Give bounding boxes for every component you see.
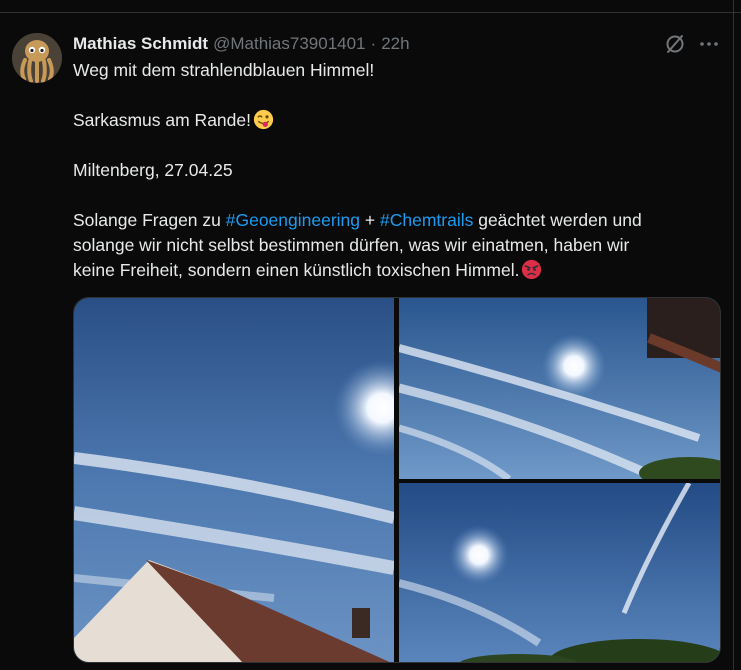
photo[interactable] xyxy=(74,298,394,662)
timestamp[interactable]: 22h xyxy=(381,34,409,54)
divider xyxy=(0,12,741,13)
text-segment: geächtet werden und xyxy=(473,210,642,230)
grok-icon[interactable] xyxy=(663,32,687,56)
text-segment: Solange Fragen zu xyxy=(73,210,226,230)
text-line: Sarkasmus am Rande! xyxy=(73,108,713,133)
text-line: Miltenberg, 27.04.25 xyxy=(73,160,233,180)
photo[interactable] xyxy=(399,483,720,662)
divider xyxy=(733,0,734,670)
media-grid xyxy=(73,297,721,663)
text-line: Weg mit dem strahlendblauen Himmel! xyxy=(73,60,375,80)
post-card[interactable]: Mathias Schmidt @Mathias73901401 · 22h W… xyxy=(0,0,741,670)
hashtag-link[interactable]: #Chemtrails xyxy=(380,210,473,230)
hashtag-link[interactable]: #Geoengineering xyxy=(226,210,360,230)
photo[interactable] xyxy=(399,298,720,479)
angry-face-emoji-icon xyxy=(522,259,542,280)
separator: · xyxy=(370,34,377,53)
avatar[interactable] xyxy=(12,33,62,83)
post-text: Weg mit dem strahlendblauen Himmel! Sark… xyxy=(73,58,713,283)
text-line: keine Freiheit, sondern einen künstlich … xyxy=(73,258,713,283)
text-segment: keine Freiheit, sondern einen künstlich … xyxy=(73,260,520,280)
more-icon[interactable] xyxy=(697,32,721,56)
text-segment: + xyxy=(360,210,380,230)
text-line: Solange Fragen zu #Geoengineering + #Che… xyxy=(73,208,713,233)
post-header: Mathias Schmidt @Mathias73901401 · 22h xyxy=(73,32,410,56)
author-handle[interactable]: @Mathias73901401 xyxy=(213,34,365,54)
winking-tongue-emoji-icon xyxy=(253,109,274,130)
text-line: Sarkasmus am Rande! xyxy=(73,110,251,130)
text-line: solange wir nicht selbst bestimmen dürfe… xyxy=(73,235,630,255)
octopus-avatar-icon xyxy=(12,33,62,83)
author-name[interactable]: Mathias Schmidt xyxy=(73,34,208,54)
